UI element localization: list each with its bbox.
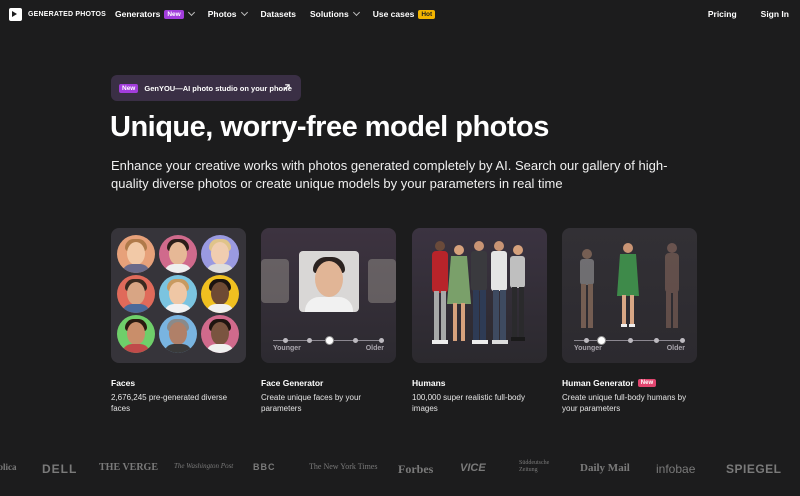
external-arrow-icon <box>283 84 290 91</box>
chevron-down-icon <box>240 8 248 17</box>
press-logo: infobae <box>656 462 696 476</box>
nav-item-generators[interactable]: Generators New <box>115 8 195 19</box>
nav-item-datasets[interactable]: Datasets <box>261 9 296 19</box>
press-logo: SPIEGEL <box>726 462 782 476</box>
slider-tick <box>680 338 685 343</box>
card-title-text: Humans <box>412 378 446 388</box>
press-logo: DELL <box>42 462 78 476</box>
press-logo: VICE <box>460 462 486 474</box>
humans-illustration <box>432 241 525 344</box>
faces-card[interactable] <box>111 228 246 363</box>
face-preview-right <box>368 259 396 303</box>
card-title-text: Human Generator <box>562 378 634 388</box>
face-thumbnail <box>201 235 239 273</box>
card-title-humans[interactable]: Humans <box>412 378 446 388</box>
nav-menu: Generators New Photos Datasets Solutions… <box>115 8 436 19</box>
slider-tick <box>628 338 633 343</box>
face-generator-card[interactable]: Younger Older <box>261 228 396 363</box>
card-desc-human-generator: Create unique full-body humans by your p… <box>562 393 687 413</box>
new-badge: New <box>637 379 657 387</box>
age-slider-handle[interactable] <box>597 336 606 345</box>
nav-item-photos[interactable]: Photos <box>207 8 248 19</box>
face-thumbnail <box>117 235 155 273</box>
top-nav: GENERATED PHOTOS Generators New Photos D… <box>0 0 800 32</box>
face-thumbnail <box>117 275 155 313</box>
face-preview-left <box>261 259 289 303</box>
slider-label-younger: Younger <box>574 345 602 352</box>
slider-label-older: Older <box>666 345 685 352</box>
brand-logo[interactable]: GENERATED PHOTOS <box>9 8 106 21</box>
slider-tick <box>353 338 358 343</box>
nav-item-solutions[interactable]: Solutions <box>309 8 360 19</box>
promo-text: GenYOU—AI photo studio on your phone <box>144 83 292 93</box>
nav-item-label: Solutions <box>309 9 349 19</box>
press-logos: blica DELL THE VERGE The Washington Post… <box>0 460 800 484</box>
humans-card[interactable] <box>412 228 547 363</box>
slider-label-older: Older <box>365 345 384 352</box>
press-logo: The Washington Post <box>174 462 234 470</box>
brand-name: GENERATED PHOTOS <box>28 11 107 18</box>
new-badge: New <box>119 83 139 93</box>
age-slider-handle[interactable] <box>325 336 334 345</box>
press-logo: Forbes <box>398 462 434 476</box>
slider-label-younger: Younger <box>273 345 301 352</box>
face-preview-main <box>299 251 359 312</box>
face-thumbnail <box>159 275 197 313</box>
card-desc-faces: 2,676,245 pre-generated diverse faces <box>111 393 228 413</box>
human-generator-card[interactable]: Younger Older <box>562 228 697 363</box>
slider-tick <box>379 338 384 343</box>
nav-item-label: Use cases <box>372 9 415 19</box>
slider-tick <box>654 338 659 343</box>
face-thumbnail <box>159 235 197 273</box>
card-title-face-generator[interactable]: Face Generator <box>261 378 323 388</box>
press-logo: Süddeutsche Zeitung <box>519 460 550 473</box>
logo-icon <box>9 8 22 21</box>
nav-item-label: Photos <box>207 9 237 19</box>
card-title-human-generator[interactable]: Human Generator New <box>562 378 657 388</box>
page-title: Unique, worry-free model photos <box>110 111 549 143</box>
sign-in-link[interactable]: Sign In <box>761 9 789 19</box>
slider-tick <box>307 338 312 343</box>
card-title-text: Faces <box>111 378 136 388</box>
nav-item-use-cases[interactable]: Use cases Hot <box>372 9 436 19</box>
page-subtitle: Enhance your creative works with photos … <box>111 158 668 191</box>
press-logo: The New York Times <box>309 462 378 471</box>
face-thumbnail <box>201 275 239 313</box>
slider-tick <box>584 338 589 343</box>
chevron-down-icon <box>187 8 195 17</box>
pricing-link[interactable]: Pricing <box>708 9 737 19</box>
chevron-down-icon <box>352 8 360 17</box>
press-logo: blica <box>0 462 17 472</box>
card-desc-humans: 100,000 super realistic full-body images <box>412 393 525 413</box>
nav-item-label: Generators <box>115 9 161 19</box>
nav-item-label: Datasets <box>260 9 296 19</box>
press-logo: BBC <box>253 462 276 472</box>
card-desc-face-generator: Create unique faces by your parameters <box>261 393 362 413</box>
new-badge: New <box>164 9 184 19</box>
card-title-text: Face Generator <box>261 378 324 388</box>
hot-badge: Hot <box>418 9 436 19</box>
promo-banner[interactable]: New GenYOU—AI photo studio on your phone <box>111 75 301 101</box>
slider-tick <box>283 338 288 343</box>
face-thumbnail <box>201 315 239 353</box>
face-grid <box>117 235 239 353</box>
card-title-faces[interactable]: Faces <box>111 378 135 388</box>
press-logo: Daily Mail <box>580 462 630 474</box>
face-thumbnail <box>159 315 197 353</box>
face-thumbnail <box>117 315 155 353</box>
press-logo: THE VERGE <box>99 462 158 473</box>
